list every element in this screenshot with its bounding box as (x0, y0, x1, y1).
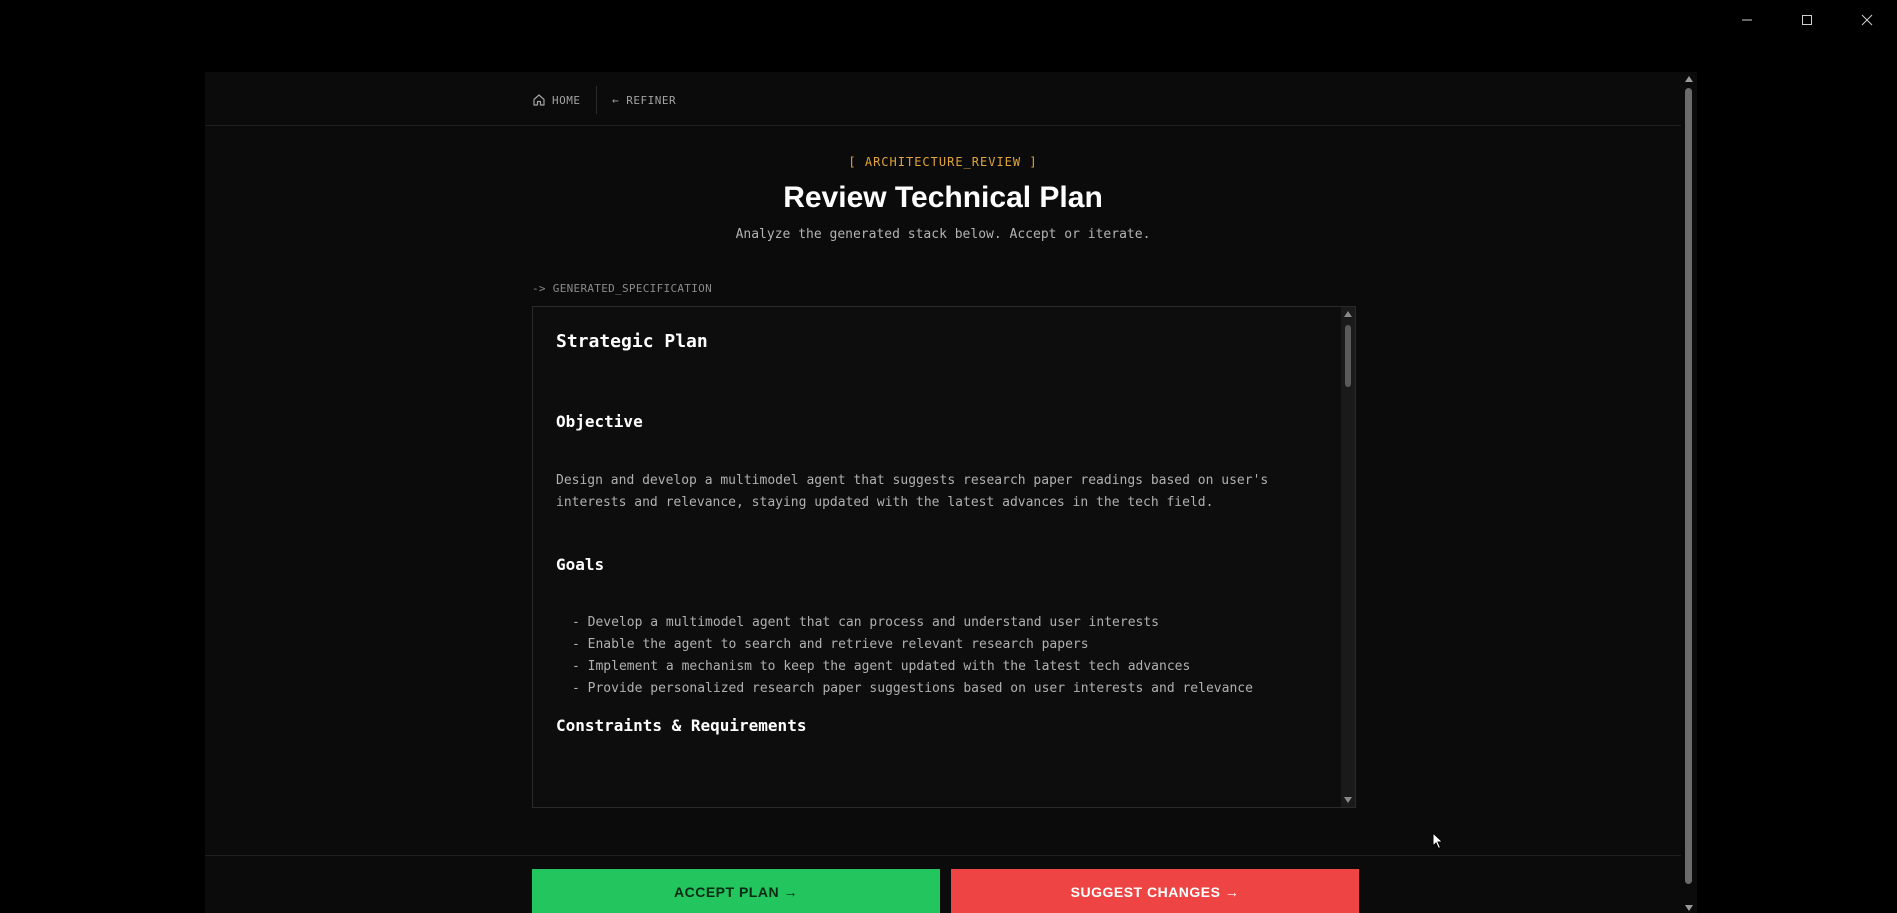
page-scrollbar[interactable] (1681, 72, 1697, 913)
scroll-down-icon[interactable] (1344, 797, 1352, 803)
list-item: - Develop a multimodel agent that can pr… (572, 615, 1159, 630)
spec-label: -> GENERATED_SPECIFICATION (532, 282, 712, 295)
close-button[interactable] (1837, 0, 1897, 40)
refiner-link[interactable]: ← REFINER (612, 90, 676, 110)
app-window: HOME ← REFINER [ ARCHITECTURE_REVIEW ] R… (205, 72, 1681, 913)
mouse-cursor-icon (1432, 832, 1444, 850)
page-scroll-thumb[interactable] (1685, 88, 1692, 884)
page-scroll-up-icon[interactable] (1685, 76, 1693, 82)
refiner-label: ← REFINER (612, 93, 677, 107)
section-tag: [ ARCHITECTURE_REVIEW ] (848, 155, 1038, 169)
scroll-up-icon[interactable] (1344, 311, 1352, 317)
top-nav: HOME ← REFINER (205, 72, 1681, 126)
spec-scroll-thumb[interactable] (1345, 325, 1351, 387)
home-icon (533, 94, 545, 106)
maximize-button[interactable] (1777, 0, 1837, 40)
nav-divider (596, 86, 597, 114)
specification-panel[interactable]: Strategic Plan Objective Design and deve… (532, 306, 1356, 808)
page-title: Review Technical Plan (783, 181, 1103, 214)
close-icon (1861, 14, 1873, 26)
accept-plan-button[interactable]: ACCEPT PLAN → (532, 869, 940, 913)
home-label: HOME (552, 93, 581, 107)
goals-heading: Goals (556, 555, 605, 574)
objective-heading: Objective (556, 412, 643, 431)
window-controls (1717, 0, 1897, 40)
action-bar: ACCEPT PLAN → SUGGEST CHANGES → (205, 855, 1681, 913)
home-link[interactable]: HOME (532, 90, 581, 110)
page-subtitle: Analyze the generated stack below. Accep… (735, 227, 1151, 242)
constraints-heading: Constraints & Requirements (556, 716, 807, 735)
suggest-changes-button[interactable]: SUGGEST CHANGES → (951, 869, 1359, 913)
list-item: - Enable the agent to search and retriev… (572, 637, 1089, 652)
list-item: - Provide personalized research paper su… (572, 681, 1253, 696)
spec-scrollbar[interactable] (1341, 307, 1355, 807)
minimize-button[interactable] (1717, 0, 1777, 40)
goals-list: - Develop a multimodel agent that can pr… (572, 612, 1253, 700)
minimize-icon (1742, 19, 1752, 21)
objective-text: Design and develop a multimodel agent th… (556, 473, 1269, 510)
page-header: [ ARCHITECTURE_REVIEW ] Review Technical… (532, 154, 1354, 244)
page-scroll-down-icon[interactable] (1685, 905, 1693, 911)
maximize-icon (1802, 15, 1812, 25)
list-item: - Implement a mechanism to keep the agen… (572, 659, 1191, 674)
plan-heading: Strategic Plan (556, 331, 708, 352)
